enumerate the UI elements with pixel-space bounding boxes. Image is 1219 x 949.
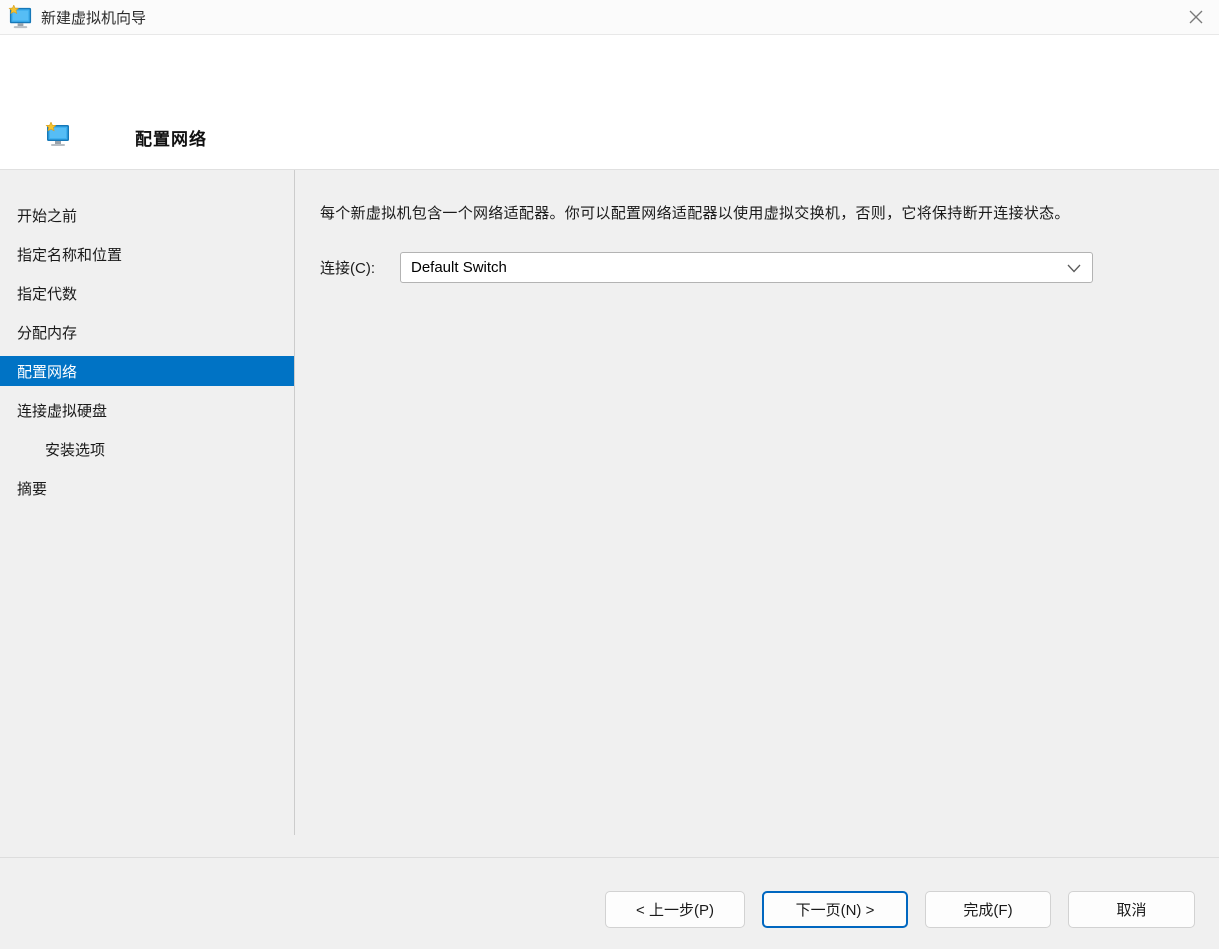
next-button[interactable]: 下一页(N) > [762, 891, 908, 928]
sidebar-item-before-you-begin[interactable]: 开始之前 [0, 196, 294, 235]
page-description: 每个新虚拟机包含一个网络适配器。你可以配置网络适配器以使用虚拟交换机，否则，它将… [320, 205, 1070, 222]
page-content: 每个新虚拟机包含一个网络适配器。你可以配置网络适配器以使用虚拟交换机，否则，它将… [295, 170, 1219, 857]
connection-row: 连接(C): Default Switch [320, 252, 1219, 283]
wizard-footer: < 上一步(P) 下一页(N) > 完成(F) 取消 [0, 857, 1219, 949]
window-title: 新建虚拟机向导 [41, 9, 147, 27]
close-button[interactable] [1173, 0, 1219, 34]
wizard-steps-sidebar: 开始之前 指定名称和位置 指定代数 分配内存 配置网络 连接虚拟硬盘 安装选项 … [0, 170, 295, 835]
connection-selected-value: Default Switch [411, 259, 507, 276]
chevron-down-icon [1066, 260, 1082, 276]
close-icon [1189, 10, 1203, 24]
vm-wizard-app-icon [8, 3, 33, 30]
wizard-header: 配置网络 [0, 35, 1219, 170]
cancel-button[interactable]: 取消 [1068, 891, 1195, 928]
sidebar-item-connect-virtual-hard-disk[interactable]: 连接虚拟硬盘 [0, 391, 294, 430]
previous-button[interactable]: < 上一步(P) [605, 891, 745, 928]
page-title: 配置网络 [135, 130, 207, 149]
wizard-body: 开始之前 指定名称和位置 指定代数 分配内存 配置网络 连接虚拟硬盘 安装选项 … [0, 170, 1219, 857]
sidebar-item-specify-name-location[interactable]: 指定名称和位置 [0, 235, 294, 274]
new-vm-wizard-window: 新建虚拟机向导 配置网络 开始之前 指定名称和位置 指定代数 分配内存 配置网络… [0, 0, 1219, 949]
sidebar-item-summary[interactable]: 摘要 [0, 469, 294, 508]
connection-dropdown[interactable]: Default Switch [400, 252, 1093, 283]
connection-label: 连接(C): [320, 260, 375, 277]
vm-monitor-icon [45, 121, 71, 148]
sidebar-item-specify-generation[interactable]: 指定代数 [0, 274, 294, 313]
sidebar-item-configure-networking[interactable]: 配置网络 [0, 356, 294, 386]
sidebar-item-installation-options[interactable]: 安装选项 [0, 430, 294, 469]
finish-button[interactable]: 完成(F) [925, 891, 1051, 928]
sidebar-item-assign-memory[interactable]: 分配内存 [0, 313, 294, 352]
title-bar: 新建虚拟机向导 [0, 0, 1219, 35]
